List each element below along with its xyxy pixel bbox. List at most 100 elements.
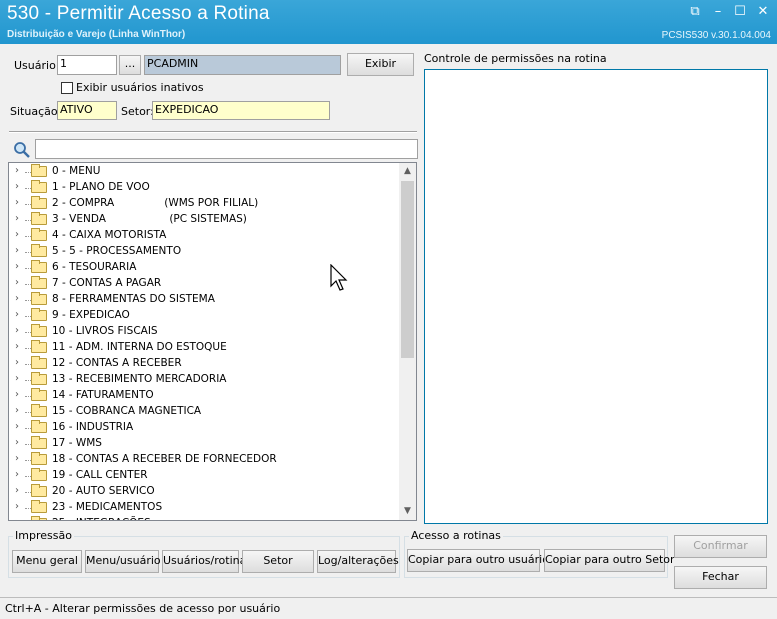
search-input[interactable]	[35, 139, 418, 159]
tree-item-label: 13 - RECEBIMENTO MERCADORIA	[52, 373, 227, 385]
folder-icon	[31, 180, 47, 193]
chevron-right-icon[interactable]: ›	[15, 213, 25, 224]
menu-geral-button[interactable]: Menu geral	[12, 550, 82, 573]
setor-field: EXPEDICAO	[152, 101, 330, 120]
folder-icon	[31, 484, 47, 497]
minimize-icon[interactable]: –	[709, 4, 727, 20]
folder-icon	[31, 244, 47, 257]
tree-item-label: 10 - LIVROS FISCAIS	[52, 325, 158, 337]
log-alteracoes-button[interactable]: Log/alterações	[317, 550, 399, 573]
setor-label: Setor:	[121, 105, 154, 118]
folder-icon	[31, 276, 47, 289]
copy-to-sector-button[interactable]: Copiar para outro Setor	[544, 549, 675, 572]
acesso-title: Acesso a rotinas	[409, 529, 503, 542]
menu-usuario-button[interactable]: Menu/usuário	[85, 550, 161, 573]
tree-item-label: 2 - COMPRA (WMS POR FILIAL)	[52, 197, 259, 209]
folder-icon	[31, 164, 47, 177]
tree-item-label: 9 - EXPEDICAO	[52, 309, 130, 321]
chevron-right-icon[interactable]: ›	[15, 293, 25, 304]
chevron-right-icon[interactable]: ›	[15, 373, 25, 384]
inativos-label: Exibir usuários inativos	[76, 81, 204, 94]
chevron-right-icon[interactable]: ›	[15, 405, 25, 416]
scroll-down-icon[interactable]: ▼	[399, 503, 416, 520]
scroll-thumb[interactable]	[401, 181, 414, 358]
chevron-right-icon[interactable]: ›	[15, 325, 25, 336]
mouse-cursor-icon	[330, 264, 348, 291]
inativos-checkbox[interactable]	[61, 82, 73, 94]
search-icon	[14, 142, 30, 158]
folder-icon	[31, 228, 47, 241]
usuario-code-field[interactable]: 1	[57, 55, 117, 75]
folder-icon	[31, 388, 47, 401]
tree-item-label: 20 - AUTO SERVICO	[52, 485, 155, 497]
folder-icon	[31, 260, 47, 273]
chevron-right-icon[interactable]: ›	[15, 277, 25, 288]
tree-item-label: 0 - MENU	[52, 165, 101, 177]
folder-icon	[31, 212, 47, 225]
folder-icon	[31, 404, 47, 417]
chevron-right-icon[interactable]: ›	[15, 245, 25, 256]
chevron-right-icon[interactable]: ›	[15, 309, 25, 320]
chevron-right-icon[interactable]: ›	[15, 165, 25, 176]
chevron-right-icon[interactable]: ›	[15, 357, 25, 368]
tree-item-label: 25 - INTEGRAÇÕES	[52, 517, 151, 520]
folder-icon	[31, 340, 47, 353]
folder-icon	[31, 436, 47, 449]
divider	[9, 131, 417, 133]
exibir-button[interactable]: Exibir	[347, 53, 414, 76]
tree-item-label: 5 - 5 - PROCESSAMENTO	[52, 245, 182, 257]
chevron-right-icon[interactable]: ›	[15, 485, 25, 496]
maximize-icon[interactable]: ☐	[731, 4, 749, 20]
tree-item-label: 14 - FATURAMENTO	[52, 389, 154, 401]
permissions-title: Controle de permissões na rotina	[424, 52, 607, 65]
chevron-right-icon[interactable]: ›	[15, 437, 25, 448]
tree-item-label: 8 - FERRAMENTAS DO SISTEMA	[52, 293, 215, 305]
folder-icon	[31, 500, 47, 513]
version-label: PCSIS530 v.30.1.04.004	[661, 30, 771, 41]
fechar-button[interactable]: Fechar	[674, 566, 767, 589]
folder-icon	[31, 516, 47, 520]
user-lookup-button[interactable]: ...	[119, 55, 141, 75]
tree-item-label: 11 - ADM. INTERNA DO ESTOQUE	[52, 341, 227, 353]
tree-item-label: 6 - TESOURARIA	[52, 261, 137, 273]
permissions-panel[interactable]	[424, 69, 768, 524]
chevron-right-icon[interactable]: ›	[15, 261, 25, 272]
usuarios-rotina-button[interactable]: Usuários/rotina	[162, 550, 246, 573]
close-icon[interactable]: ✕	[754, 4, 772, 20]
impressao-title: Impressão	[13, 529, 74, 542]
folder-icon	[31, 356, 47, 369]
chevron-right-icon[interactable]: ›	[15, 421, 25, 432]
chevron-right-icon[interactable]: ›	[15, 453, 25, 464]
chevron-right-icon[interactable]: ›	[15, 389, 25, 400]
tree-item-label: 4 - CAIXA MOTORISTA	[52, 229, 167, 241]
tree-item-label: 12 - CONTAS A RECEBER	[52, 357, 182, 369]
folder-icon	[31, 308, 47, 321]
tree-item-label: 17 - WMS	[52, 437, 102, 449]
title-bar: 530 - Permitir Acesso a Rotina Distribui…	[0, 0, 777, 44]
setor-button[interactable]: Setor	[242, 550, 314, 573]
tree-item-label: 16 - INDUSTRIA	[52, 421, 134, 433]
chevron-right-icon[interactable]: ›	[15, 181, 25, 192]
copy-to-user-button[interactable]: Copiar para outro usuário	[407, 549, 549, 572]
scroll-up-icon[interactable]: ▲	[399, 163, 416, 180]
chevron-right-icon[interactable]: ›	[15, 341, 25, 352]
usuario-label: Usuário:	[14, 59, 60, 72]
confirmar-button[interactable]: Confirmar	[674, 535, 767, 558]
chevron-right-icon[interactable]: ›	[15, 501, 25, 512]
usuario-name-field: PCADMIN	[144, 55, 341, 75]
tree-item-label: 19 - CALL CENTER	[52, 469, 148, 481]
window-subtitle: Distribuição e Varejo (Linha WinThor)	[7, 29, 186, 40]
folder-icon	[31, 324, 47, 337]
tree-item-label: 1 - PLANO DE VOO	[52, 181, 150, 193]
restore-icon[interactable]: ⧉	[686, 4, 704, 20]
tree-item-label: 18 - CONTAS A RECEBER DE FORNECEDOR	[52, 453, 277, 465]
routine-tree[interactable]: › 0 - MENU › 1 - PLANO DE VOO › 2 - COMPRA (W…	[8, 162, 417, 521]
folder-icon	[31, 372, 47, 385]
chevron-right-icon[interactable]: ›	[15, 229, 25, 240]
tree-scrollbar[interactable]: ▲ ▼	[399, 163, 416, 520]
chevron-right-icon[interactable]: ›	[15, 517, 25, 520]
chevron-right-icon[interactable]: ›	[15, 197, 25, 208]
folder-icon	[31, 468, 47, 481]
chevron-right-icon[interactable]: ›	[15, 469, 25, 480]
folder-icon	[31, 420, 47, 433]
